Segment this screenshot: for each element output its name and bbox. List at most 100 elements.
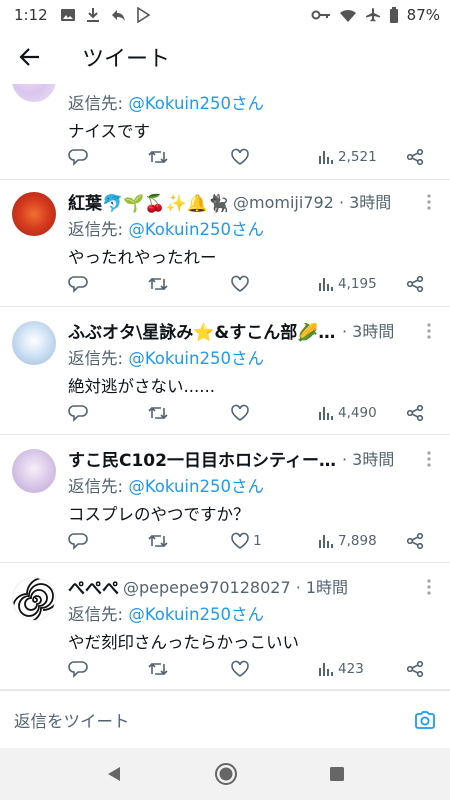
home-nav-icon[interactable] (214, 762, 238, 786)
author-name[interactable]: ぺぺぺ (68, 574, 119, 599)
reply-to-link[interactable]: @Kokuin250さん (128, 477, 264, 496)
camera-icon[interactable] (414, 710, 436, 730)
retweet-button[interactable] (147, 403, 230, 423)
tweet-actions: 4,490 (68, 399, 424, 427)
retweet-button[interactable] (147, 147, 230, 167)
reply-button[interactable] (68, 274, 147, 294)
share-button[interactable] (406, 148, 424, 166)
app-bar: ツイート (0, 30, 450, 84)
author-handle[interactable]: · 3時間 (342, 318, 394, 342)
tweet-text: 絶対逃がさない...... (68, 377, 215, 396)
retweet-icon (148, 406, 168, 420)
comment-icon (68, 661, 88, 678)
author-name[interactable]: 紅葉🐬🌱🍒✨🔔🐈‍⬛ (68, 189, 229, 214)
comment-icon (68, 533, 88, 550)
author-handle[interactable]: @pepepe970128027 · 1時間 (123, 574, 348, 598)
retweet-button[interactable] (147, 659, 230, 679)
reply-to-link[interactable]: @Kokuin250さん (128, 220, 264, 239)
analytics-icon (319, 407, 334, 420)
author-handle[interactable]: · 3時間 (342, 446, 394, 470)
download-icon (86, 8, 99, 22)
views-button[interactable]: 7,898 (317, 532, 406, 550)
more-options-icon[interactable] (422, 321, 436, 341)
like-count: 1 (253, 533, 262, 549)
like-button[interactable] (230, 659, 317, 679)
heart-icon (231, 275, 249, 292)
views-button[interactable]: 4,195 (317, 275, 406, 293)
tweet[interactable]: 返信先: @Kokuin250さん ナイスです 2,521 (0, 84, 450, 180)
reply-input[interactable]: 返信をツイート (14, 708, 130, 732)
avatar[interactable] (12, 192, 56, 236)
author-name[interactable]: すこ民C102一日目ホロシティー2... (68, 446, 338, 471)
play-store-icon (136, 7, 151, 23)
reply-to-link[interactable]: @Kokuin250さん (128, 605, 264, 624)
reply-icon (111, 10, 125, 21)
share-icon (406, 148, 424, 166)
reply-feed[interactable]: 返信先: @Kokuin250さん ナイスです 2,521 紅葉🐬🌱🍒✨🔔🐈‍⬛… (0, 84, 450, 690)
comment-icon (68, 276, 88, 293)
avatar[interactable] (12, 84, 56, 102)
reply-button[interactable] (68, 659, 147, 679)
retweet-icon (148, 150, 168, 164)
like-button[interactable] (230, 274, 317, 294)
reply-button[interactable] (68, 531, 147, 551)
back-nav-icon[interactable] (105, 765, 123, 783)
author-handle[interactable]: @momiji792 · 3時間 (233, 189, 391, 213)
share-button[interactable] (406, 404, 424, 422)
like-button[interactable] (230, 147, 317, 167)
more-options-icon[interactable] (422, 577, 436, 597)
author-name[interactable]: ふぶオタ\星詠み⭐&すこん部🌽🦊 (68, 318, 338, 343)
avatar[interactable] (12, 449, 56, 493)
reply-to-link[interactable]: @Kokuin250さん (128, 349, 264, 368)
reply-button[interactable] (68, 147, 147, 167)
reply-to-link[interactable]: @Kokuin250さん (128, 94, 264, 113)
share-icon (406, 532, 424, 550)
wifi-icon (339, 9, 356, 22)
views-count: 2,521 (338, 149, 377, 165)
heart-icon (231, 532, 249, 549)
vpn-key-icon (311, 10, 330, 20)
tweet[interactable]: ふぶオタ\星詠み⭐&すこん部🌽🦊 · 3時間 返信先: @Kokuin250さん… (0, 307, 450, 435)
tweet-text: ナイスです (68, 122, 151, 141)
tweet[interactable]: ぺぺぺ @pepepe970128027 · 1時間 返信先: @Kokuin2… (0, 563, 450, 690)
share-button[interactable] (406, 660, 424, 678)
status-bar: 1:12 87% (0, 0, 450, 30)
reply-button[interactable] (68, 403, 147, 423)
share-button[interactable] (406, 532, 424, 550)
comment-icon (68, 405, 88, 422)
analytics-icon (319, 151, 334, 164)
share-icon (406, 275, 424, 293)
image-icon (60, 9, 75, 21)
tweet-actions: 1 7,898 (68, 527, 424, 555)
retweet-button[interactable] (147, 274, 230, 294)
tweet-actions: 423 (68, 655, 424, 683)
avatar[interactable] (12, 577, 56, 621)
like-button[interactable]: 1 (230, 531, 317, 551)
status-time: 1:12 (14, 6, 48, 24)
avatar[interactable] (12, 321, 56, 365)
views-count: 423 (338, 661, 364, 677)
retweet-icon (148, 277, 168, 291)
reply-to-line: 返信先: @Kokuin250さん (68, 94, 264, 113)
back-button[interactable] (0, 30, 60, 84)
heart-icon (231, 660, 249, 677)
battery-level: 87% (406, 6, 440, 24)
heart-icon (231, 148, 249, 165)
tweet[interactable]: 紅葉🐬🌱🍒✨🔔🐈‍⬛ @momiji792 · 3時間 返信先: @Kokuin… (0, 180, 450, 307)
share-button[interactable] (406, 275, 424, 293)
views-button[interactable]: 423 (317, 660, 406, 678)
more-options-icon[interactable] (422, 192, 436, 212)
tweet[interactable]: すこ民C102一日目ホロシティー2... · 3時間 返信先: @Kokuin2… (0, 435, 450, 563)
share-icon (406, 404, 424, 422)
reply-composer[interactable]: 返信をツイート (0, 690, 450, 748)
views-button[interactable]: 2,521 (317, 148, 406, 166)
recents-nav-icon[interactable] (329, 766, 345, 782)
like-button[interactable] (230, 403, 317, 423)
retweet-button[interactable] (147, 531, 230, 551)
views-button[interactable]: 4,490 (317, 404, 406, 422)
analytics-icon (319, 278, 334, 291)
heart-icon (231, 404, 249, 421)
views-count: 4,195 (338, 276, 377, 292)
analytics-icon (319, 535, 334, 548)
more-options-icon[interactable] (422, 449, 436, 469)
